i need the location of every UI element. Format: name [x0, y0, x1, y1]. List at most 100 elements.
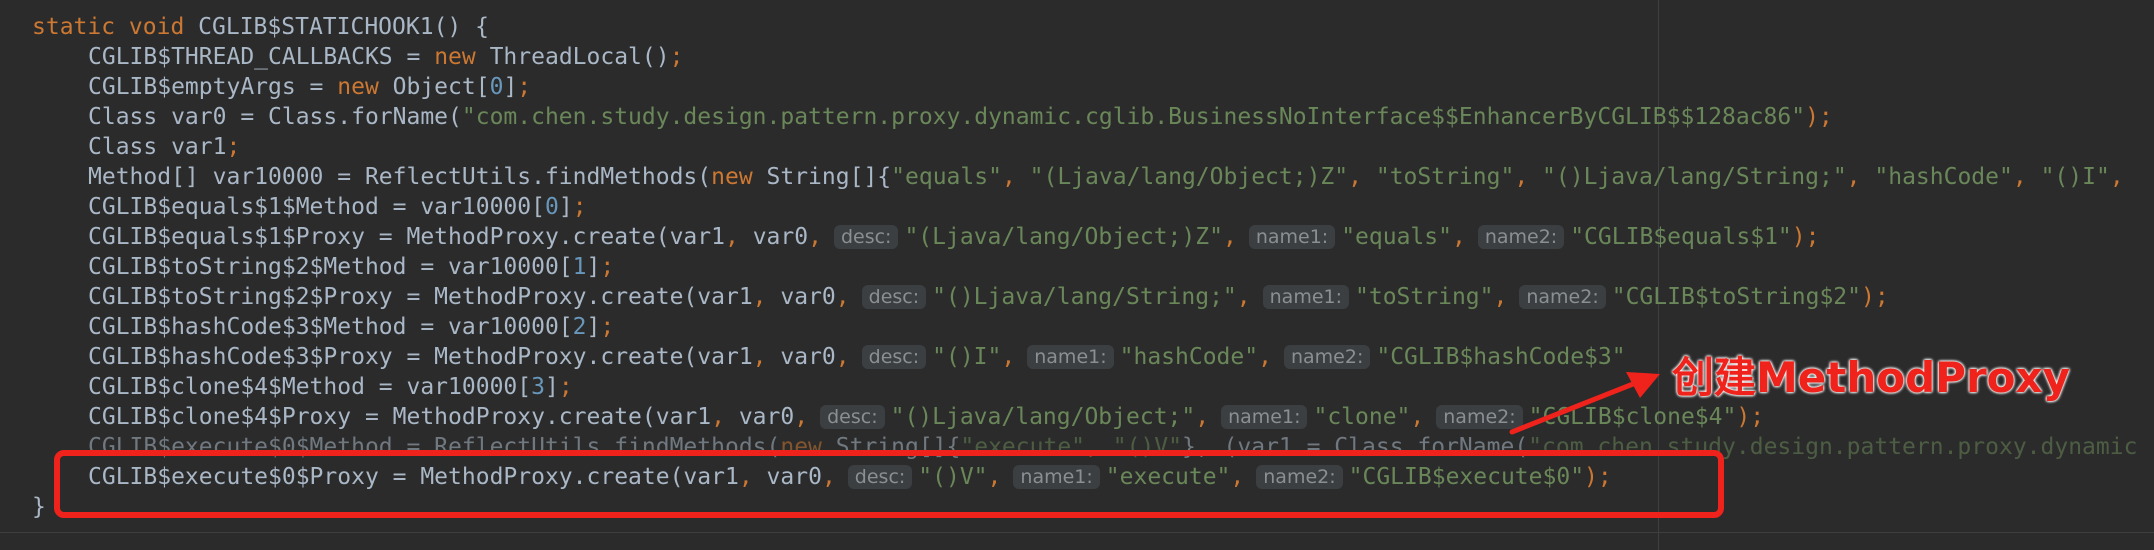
punctuation: ,: [1451, 224, 1466, 250]
punctuation: );: [1736, 404, 1765, 430]
string-literal: "()I": [2040, 164, 2110, 190]
code-text: var0: [766, 344, 836, 370]
code-text: Class var0 = Class.forName(: [88, 104, 462, 130]
punctuation: ,: [1236, 284, 1251, 310]
string-literal: "(Ljava/lang/Object;)Z": [1029, 164, 1349, 190]
code-line-find-methods[interactable]: Method[] var10000 = ReflectUtils.findMet…: [32, 162, 2138, 192]
parameter-hint-name1: name1:: [1248, 225, 1336, 249]
parameter-hint-desc: desc:: [861, 345, 927, 369]
string-literal: "()Ljava/lang/String;": [1542, 164, 1847, 190]
punctuation: ,: [1195, 404, 1210, 430]
code-line-hashcode-method[interactable]: CGLIB$hashCode$3$Method = var10000[2];: [32, 312, 2138, 342]
code-line-thread-callbacks[interactable]: CGLIB$THREAD_CALLBACKS = new ThreadLocal…: [32, 42, 2138, 72]
code-text: ]: [586, 254, 601, 280]
punctuation: ,: [835, 284, 850, 310]
punctuation: ,: [1001, 164, 1030, 190]
punctuation: );: [1791, 224, 1820, 250]
code-text: Method[] var10000 = ReflectUtils.findMet…: [88, 164, 712, 190]
code-text: ]: [544, 374, 559, 400]
punctuation: ;: [572, 194, 587, 220]
code-text: var0: [738, 224, 809, 250]
punctuation: ,: [752, 344, 767, 370]
parameter-hint-name2: name2:: [1477, 225, 1565, 249]
string-literal: "CGLIB$equals$1": [1570, 224, 1792, 250]
punctuation: ,: [1001, 344, 1016, 370]
parameter-hint-desc: desc:: [820, 405, 885, 429]
punctuation: ,: [808, 224, 822, 250]
code-text: CGLIB$hashCode$3$Method = var10000[: [88, 314, 573, 340]
punctuation: ;: [226, 134, 241, 160]
parameter-hint-desc: desc:: [833, 225, 899, 249]
number-literal: 2: [572, 314, 587, 340]
punctuation: ,: [752, 284, 767, 310]
punctuation: ,: [2012, 164, 2041, 190]
keyword: new: [337, 74, 379, 100]
number-literal: 0: [489, 74, 504, 100]
parameter-hint-desc: desc:: [861, 285, 927, 309]
punctuation: ;: [600, 254, 615, 280]
code-line-class-var1[interactable]: Class var1;: [32, 132, 2138, 162]
code-line-class-forname[interactable]: Class var0 = Class.forName("com.chen.stu…: [32, 102, 2138, 132]
punctuation: ,: [1410, 404, 1425, 430]
punctuation: ,: [1846, 164, 1875, 190]
punctuation: ,: [724, 224, 739, 250]
code-text: CGLIB$toString$2$Proxy = MethodProxy.cre…: [88, 284, 753, 310]
punctuation: ,: [794, 404, 809, 430]
number-literal: 3: [531, 374, 545, 400]
editor-bottom-divider: [0, 532, 2154, 533]
code-text: var0: [724, 404, 795, 430]
string-literal: "clone": [1313, 404, 1411, 430]
code-line-method-signature[interactable]: static void CGLIB$STATICHOOK1() {: [32, 12, 2138, 42]
string-literal: "()Ljava/lang/String;": [932, 284, 1237, 310]
string-literal: "equals": [1341, 224, 1452, 250]
punctuation: ,: [1258, 344, 1272, 370]
code-text: CGLIB$THREAD_CALLBACKS =: [88, 44, 435, 70]
code-text: CGLIB$clone$4$Method = var10000[: [88, 374, 532, 400]
string-literal: "toString": [1355, 284, 1494, 310]
string-literal: "()Ljava/lang/Object;": [890, 404, 1196, 430]
punctuation: ;: [517, 74, 532, 100]
code-line-empty-args[interactable]: CGLIB$emptyArgs = new Object[0];: [32, 72, 2138, 102]
string-literal: "equals": [891, 164, 1002, 190]
annotation-label: 创建MethodProxy: [1672, 353, 2070, 402]
keyword: new: [434, 44, 476, 70]
string-literal: "hashCode": [1119, 344, 1259, 370]
punctuation: ,: [1222, 224, 1237, 250]
punctuation: ,: [1348, 164, 1376, 190]
code-text: String[]{: [752, 164, 892, 190]
keyword: new: [711, 164, 753, 190]
code-line-equals-proxy[interactable]: CGLIB$equals$1$Proxy = MethodProxy.creat…: [32, 222, 2138, 252]
string-literal: "CGLIB$toString$2": [1611, 284, 1861, 310]
string-literal: "com.chen.study.design.pattern.proxy.dyn…: [461, 104, 1806, 130]
punctuation: ,: [1493, 284, 1508, 310]
code-line-equals-method[interactable]: CGLIB$equals$1$Method = var10000[0];: [32, 192, 2138, 222]
code-editor[interactable]: static void CGLIB$STATICHOOK1() { CGLIB$…: [0, 0, 2154, 550]
code-text: CGLIB$equals$1$Method = var10000[: [88, 194, 545, 220]
code-text: CGLIB$toString$2$Method = var10000[: [88, 254, 573, 280]
code-text: ThreadLocal(): [475, 44, 670, 70]
punctuation: );: [1860, 284, 1889, 310]
punctuation: ;: [669, 44, 684, 70]
code-text: ]: [586, 314, 601, 340]
code-text: ]: [558, 194, 573, 220]
string-literal: "hashCode": [1874, 164, 2013, 190]
keyword: static void: [32, 14, 199, 40]
number-literal: 1: [572, 254, 587, 280]
code-line-tostring-method[interactable]: CGLIB$toString$2$Method = var10000[1];: [32, 252, 2138, 282]
code-line-tostring-proxy[interactable]: CGLIB$toString$2$Proxy = MethodProxy.cre…: [32, 282, 2138, 312]
punctuation: ;: [600, 314, 615, 340]
code-text: Object[: [378, 74, 490, 100]
parameter-hint-name2: name2:: [1519, 285, 1606, 309]
annotation-arrow-icon: [1509, 372, 1660, 435]
punctuation: ,: [1514, 164, 1543, 190]
code-text: CGLIB$emptyArgs =: [88, 74, 338, 100]
closing-brace: }: [32, 494, 46, 520]
annotation-highlight-box: [54, 450, 1724, 518]
code-line-clone-proxy[interactable]: CGLIB$clone$4$Proxy = MethodProxy.create…: [32, 402, 2138, 432]
code-text: Class var1: [88, 134, 227, 160]
punctuation: ;: [558, 374, 573, 400]
code-block[interactable]: static void CGLIB$STATICHOOK1() { CGLIB$…: [32, 12, 2138, 522]
punctuation: ,: [835, 344, 850, 370]
parameter-hint-name1: name1:: [1027, 345, 1114, 369]
code-text: CGLIB$hashCode$3$Proxy = MethodProxy.cre…: [88, 344, 753, 370]
